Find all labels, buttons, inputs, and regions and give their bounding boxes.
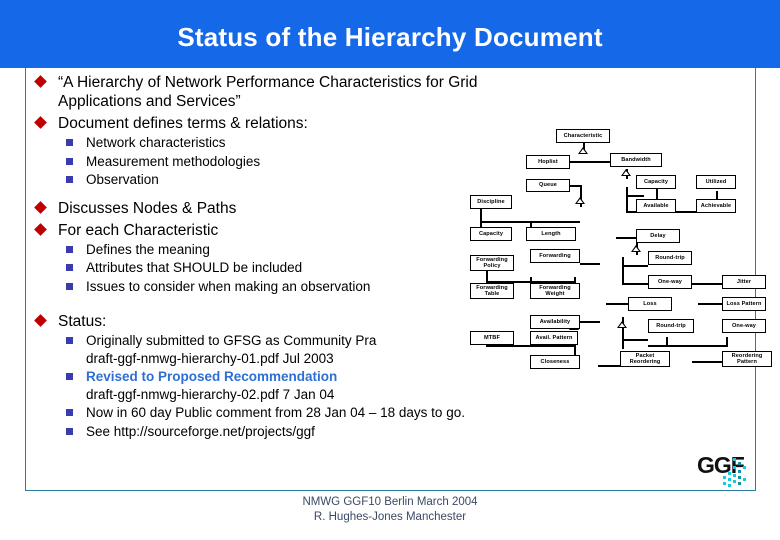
node-reordering-pattern[interactable]: Reordering Pattern bbox=[722, 351, 772, 367]
connector bbox=[480, 207, 482, 229]
connector bbox=[622, 339, 648, 341]
hierarchy-diagram: Characteristic Hoplist Bandwidth Queue C… bbox=[470, 125, 772, 369]
node-available[interactable]: Available bbox=[636, 199, 676, 213]
connector bbox=[626, 195, 644, 197]
frame-bottom-line bbox=[25, 490, 756, 491]
node-characteristic[interactable]: Characteristic bbox=[556, 129, 610, 143]
node-packet-reordering[interactable]: Packet Reordering bbox=[620, 351, 670, 367]
node-roundtrip-delay[interactable]: Round-trip bbox=[648, 251, 692, 265]
connector bbox=[626, 187, 628, 213]
page-title: Status of the Hierarchy Document bbox=[177, 22, 603, 52]
node-length[interactable]: Length bbox=[526, 227, 576, 241]
connector bbox=[726, 337, 728, 347]
node-jitter[interactable]: Jitter bbox=[722, 275, 766, 289]
connector bbox=[666, 337, 668, 347]
inheritance-triangle bbox=[621, 169, 631, 176]
status-revised-line1: Revised to Proposed Recommendation bbox=[86, 369, 338, 384]
footer-line-1: NMWG GGF10 Berlin March 2004 bbox=[302, 496, 478, 508]
bullet-observation: Observation bbox=[30, 171, 500, 189]
bullet-network-characteristics: Network characteristics bbox=[30, 134, 500, 152]
status-original-line2: draft-ggf-nmwg-hierarchy-01.pdf Jul 2003 bbox=[86, 350, 334, 366]
status-revised-line2: draft-ggf-nmwg-hierarchy-02.pdf 7 Jan 04 bbox=[86, 386, 335, 402]
node-capacity-queue[interactable]: Capacity bbox=[470, 227, 512, 241]
node-hoplist[interactable]: Hoplist bbox=[526, 155, 570, 169]
node-mtbf[interactable]: MTBF bbox=[470, 331, 514, 345]
connector bbox=[616, 237, 636, 239]
bullet-attributes-should: Attributes that SHOULD be included bbox=[30, 259, 500, 277]
node-forwarding[interactable]: Forwarding bbox=[530, 249, 580, 263]
inheritance-triangle bbox=[617, 321, 627, 328]
inheritance-triangle bbox=[631, 245, 641, 252]
connector bbox=[692, 283, 722, 285]
connector bbox=[648, 345, 728, 347]
inheritance-triangle bbox=[578, 147, 588, 154]
connector bbox=[622, 331, 624, 349]
status-item-sourceforge-link[interactable]: See http://sourceforge.net/projects/ggf bbox=[30, 423, 500, 441]
node-delay[interactable]: Delay bbox=[636, 229, 680, 243]
bullet-measurement-methodologies: Measurement methodologies bbox=[30, 153, 500, 171]
status-item-public-comment: Now in 60 day Public comment from 28 Jan… bbox=[30, 404, 500, 422]
node-forwarding-policy[interactable]: Forwarding Policy bbox=[470, 255, 514, 271]
node-queue[interactable]: Queue bbox=[526, 179, 570, 192]
connector bbox=[692, 361, 722, 363]
status-item-original: Originally submitted to GFSG as Communit… bbox=[30, 332, 500, 367]
bullet-defines-meaning: Defines the meaning bbox=[30, 241, 500, 259]
bullet-for-each-characteristic: For each Characteristic bbox=[30, 221, 500, 240]
node-bandwidth[interactable]: Bandwidth bbox=[610, 153, 662, 167]
bullet-issues-to-consider: Issues to consider when making an observ… bbox=[30, 278, 500, 296]
node-closeness[interactable]: Closeness bbox=[530, 355, 580, 369]
ggf-logo: GGF bbox=[697, 452, 759, 488]
connector bbox=[580, 263, 600, 265]
footer-line-2: R. Hughes-Jones Manchester bbox=[313, 510, 467, 523]
connector bbox=[606, 303, 628, 305]
bullet-defines-terms: Document defines terms & relations: bbox=[30, 114, 500, 133]
connector bbox=[598, 365, 620, 367]
connector bbox=[580, 321, 600, 323]
node-avail-pattern[interactable]: Avail. Pattern bbox=[530, 331, 578, 345]
node-capacity-bandwidth[interactable]: Capacity bbox=[636, 175, 676, 189]
status-original-line1: Originally submitted to GFSG as Communit… bbox=[86, 333, 377, 348]
node-forwarding-weight[interactable]: Forwarding Weight bbox=[530, 283, 580, 299]
node-loss[interactable]: Loss bbox=[628, 297, 672, 311]
node-discipline[interactable]: Discipline bbox=[470, 195, 512, 209]
connector bbox=[622, 283, 648, 285]
slide-content: “A Hierarchy of Network Performance Char… bbox=[30, 70, 500, 440]
bullet-nodes-paths: Discusses Nodes & Paths bbox=[30, 199, 500, 218]
node-oneway-loss[interactable]: One-way bbox=[722, 319, 766, 333]
node-availability[interactable]: Availability bbox=[530, 315, 580, 329]
node-oneway-delay[interactable]: One-way bbox=[648, 275, 692, 289]
frame-left-line bbox=[25, 68, 26, 490]
node-forwarding-table[interactable]: Forwarding Table bbox=[470, 283, 514, 299]
connector bbox=[622, 265, 648, 267]
connector bbox=[486, 345, 576, 347]
slide-footer: NMWG GGF10 Berlin March 2004 R. Hughes-J… bbox=[0, 495, 780, 524]
status-item-revised: Revised to Proposed Recommendation draft… bbox=[30, 368, 500, 403]
node-utilized[interactable]: Utilized bbox=[696, 175, 736, 189]
node-loss-pattern[interactable]: Loss Pattern bbox=[722, 297, 766, 311]
node-roundtrip-loss[interactable]: Round-trip bbox=[648, 319, 694, 333]
bullet-document-title: “A Hierarchy of Network Performance Char… bbox=[30, 73, 500, 111]
ggf-logo-text: GGF bbox=[697, 452, 745, 478]
title-banner: Status of the Hierarchy Document bbox=[0, 0, 780, 68]
inheritance-triangle bbox=[575, 197, 585, 204]
connector bbox=[622, 257, 624, 285]
bullet-status: Status: bbox=[30, 312, 500, 331]
node-achievable[interactable]: Achievable bbox=[696, 199, 736, 213]
